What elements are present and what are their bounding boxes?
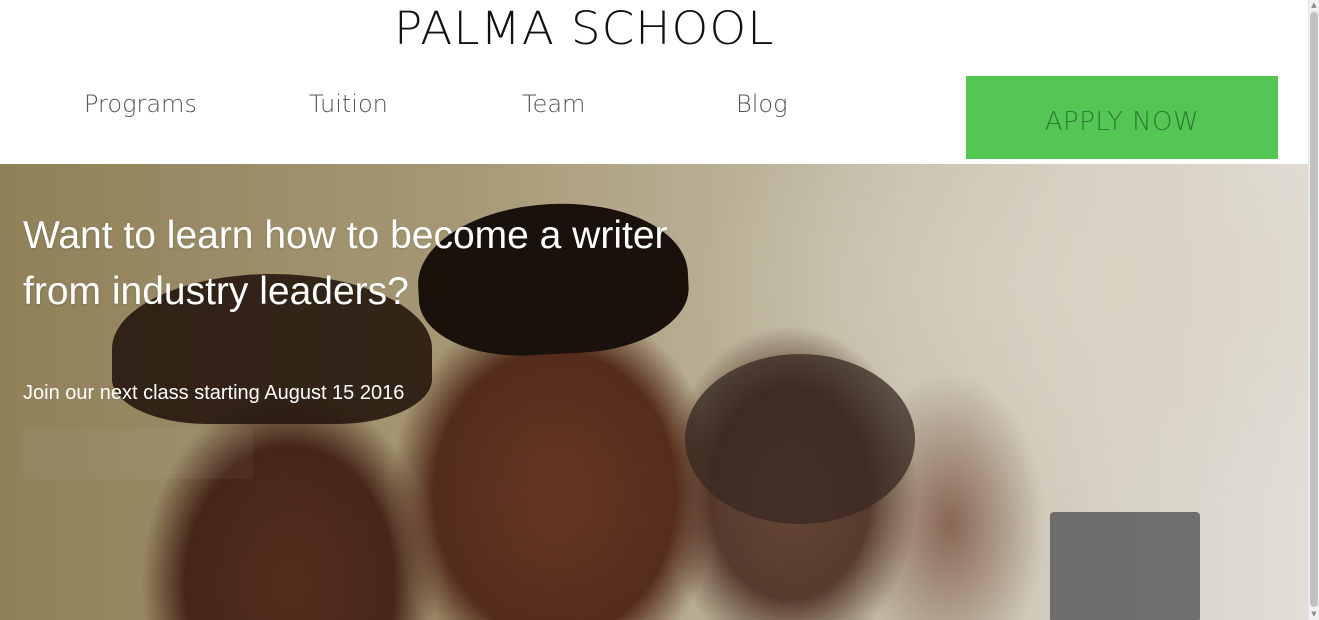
hero-section: Want to learn how to become a writer fro… <box>0 164 1308 620</box>
nav-link-blog[interactable]: Blog <box>736 88 787 120</box>
nav-link-programs[interactable]: Programs <box>84 88 197 120</box>
nav-link-tuition[interactable]: Tuition <box>309 88 388 120</box>
hero-subtext: Join our next class starting August 15 2… <box>23 382 405 404</box>
page: PALMA SCHOOL Programs Tuition Team Blog … <box>0 0 1319 620</box>
page-content: PALMA SCHOOL Programs Tuition Team Blog … <box>0 0 1308 620</box>
scroll-down-arrow-icon[interactable]: ▼ <box>1309 609 1319 619</box>
hero-faint-button[interactable] <box>23 429 253 479</box>
site-title[interactable]: PALMA SCHOOL <box>394 2 774 56</box>
apply-now-button[interactable]: APPLY NOW <box>966 76 1278 159</box>
nav-link-team[interactable]: Team <box>522 88 585 120</box>
scrollbar-thumb[interactable] <box>1310 12 1318 607</box>
hero-heading: Want to learn how to become a writer fro… <box>23 214 668 313</box>
scroll-up-arrow-icon[interactable]: ▲ <box>1309 0 1319 10</box>
vertical-scrollbar[interactable]: ▲ ▼ <box>1308 0 1319 620</box>
